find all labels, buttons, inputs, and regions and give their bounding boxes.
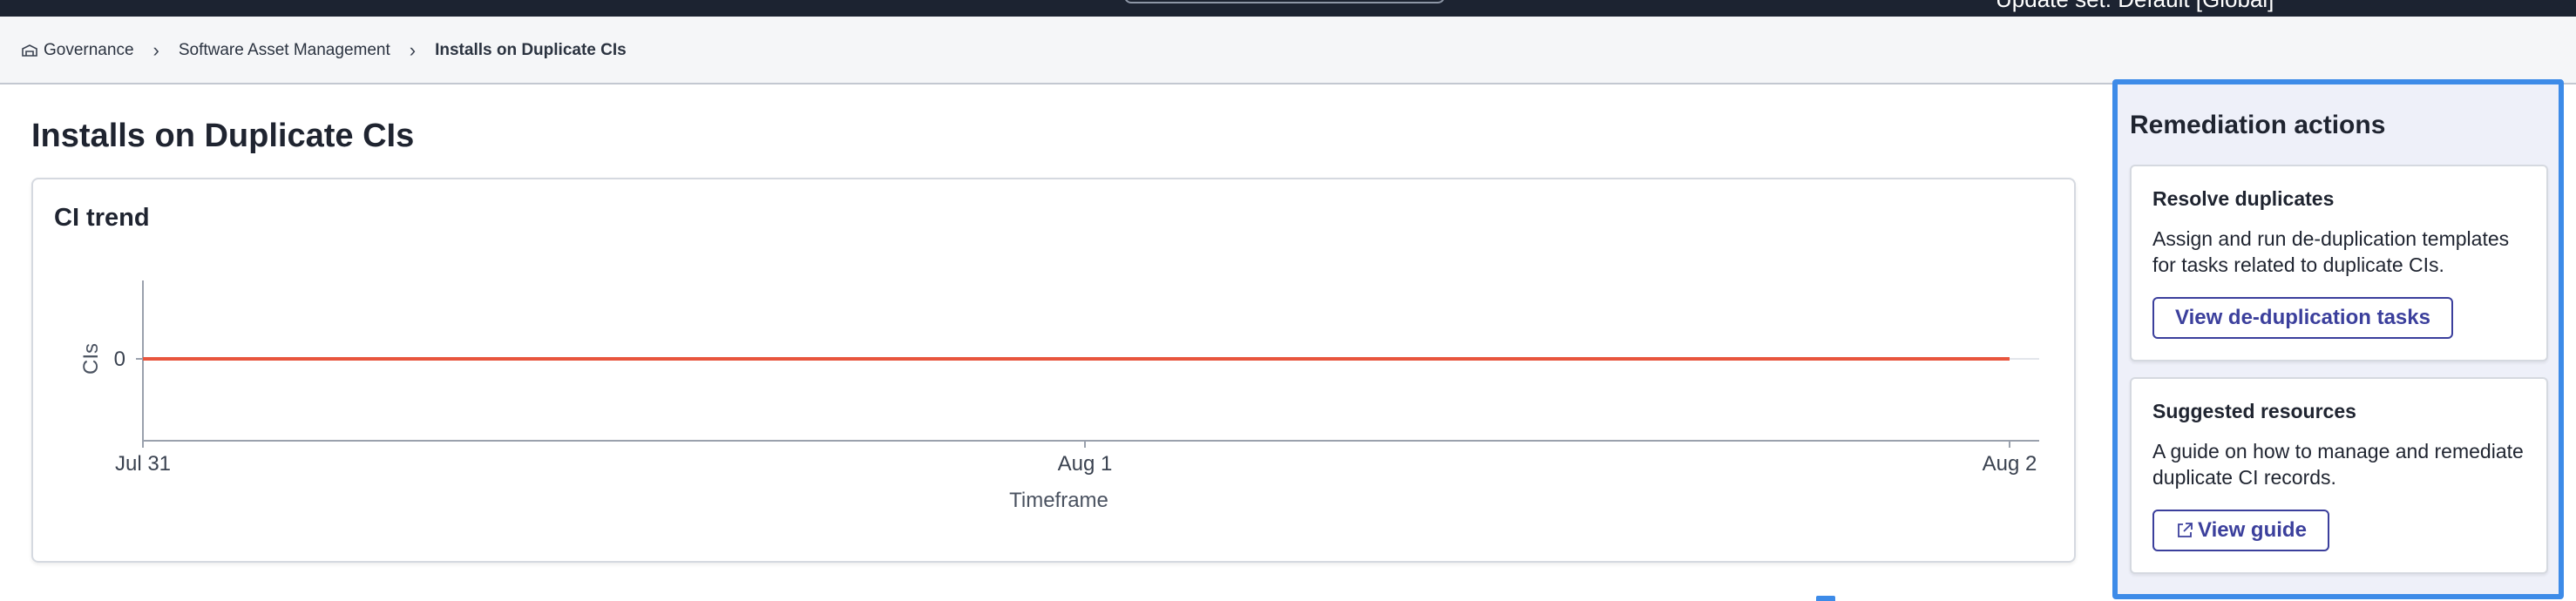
page-title: Installs on Duplicate CIs <box>31 118 415 154</box>
card-description: Assign and run de-duplication templates … <box>2152 227 2510 276</box>
card-heading: Resolve duplicates <box>2152 187 2335 210</box>
ci-trend-card: CI trend 0 Jul 31 Aug 1 Aug 2 Timeframe CIs <box>31 178 2076 563</box>
view-deduplication-tasks-button[interactable]: View de-duplication tasks <box>2152 297 2453 339</box>
x-tick-label: Aug 1 <box>1058 452 1113 476</box>
card-heading: Suggested resources <box>2152 400 2356 422</box>
x-axis-title: Timeframe <box>1009 489 1108 512</box>
y-tick-label: 0 <box>114 348 125 371</box>
button-label: View guide <box>2198 518 2307 542</box>
scroll-indicator <box>1816 596 1835 601</box>
button-label: View de-duplication tasks <box>2175 306 2430 329</box>
breadcrumb-item-software-asset-management[interactable]: Software Asset Management <box>179 41 390 60</box>
panel-title: Remediation actions <box>2130 111 2386 139</box>
card-description: A guide on how to manage and remediate d… <box>2152 440 2524 489</box>
breadcrumb-item-governance[interactable]: Governance <box>44 41 134 60</box>
breadcrumb: Governance › Software Asset Management ›… <box>21 39 627 62</box>
suggested-resources-card: Suggested resources A guide on how to ma… <box>2130 377 2548 574</box>
external-link-icon <box>2178 523 2193 537</box>
remediation-actions-panel: Remediation actions Resolve duplicates A… <box>2112 79 2564 599</box>
resolve-duplicates-card: Resolve duplicates Assign and run de-dup… <box>2130 165 2548 361</box>
x-tick-label: Aug 2 <box>1983 452 2037 476</box>
ci-trend-chart: 0 Jul 31 Aug 1 Aug 2 Timeframe CIs <box>79 280 2039 512</box>
y-axis-title: CIs <box>79 343 103 375</box>
x-tick-label: Jul 31 <box>115 452 171 476</box>
view-guide-button[interactable]: View guide <box>2152 510 2329 551</box>
governance-icon <box>22 44 37 57</box>
chevron-right-icon: › <box>153 39 159 61</box>
global-search-box[interactable] <box>1124 0 1445 3</box>
update-set-label[interactable]: Update set: Default [Global] <box>1996 0 2274 13</box>
breadcrumb-item-current: Installs on Duplicate CIs <box>435 41 627 59</box>
top-header-bar: Update set: Default [Global] <box>0 0 2576 17</box>
breadcrumb-bar: Governance › Software Asset Management ›… <box>0 17 2576 84</box>
chevron-right-icon: › <box>409 39 417 61</box>
